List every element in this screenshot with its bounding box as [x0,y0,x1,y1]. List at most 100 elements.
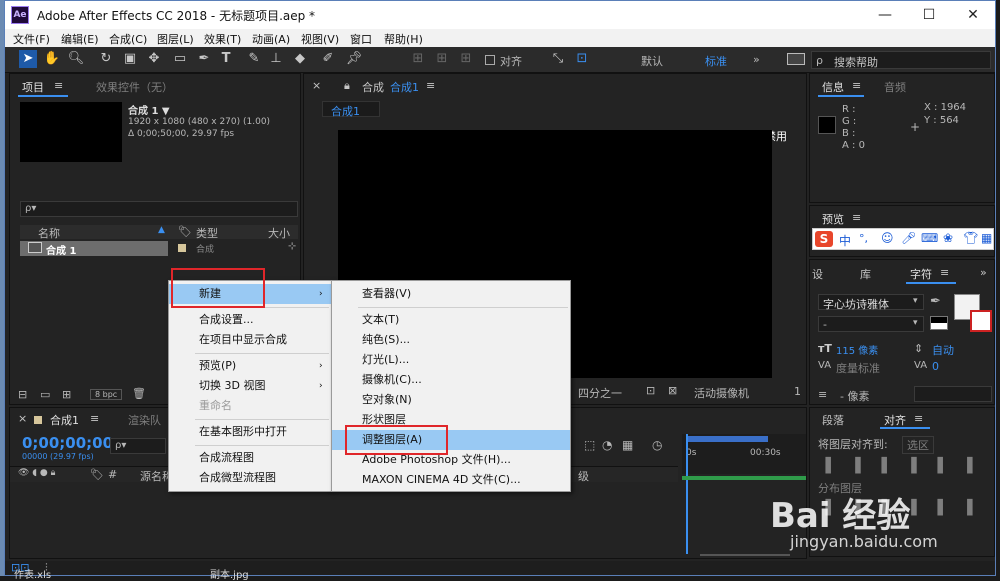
eyedropper-icon[interactable]: ✒ [930,294,941,309]
rotate-tool-icon[interactable]: ↻ [97,50,115,68]
project-search-input[interactable]: ρ▾ [20,201,298,217]
maximize-button[interactable]: ☐ [907,1,951,29]
panel-menu-icon[interactable]: ≡ [940,266,949,279]
font-style-dropdown[interactable]: - ▾ [818,316,924,332]
menu-effect[interactable]: 效果(T) [204,31,241,47]
submenu-item-viewer[interactable]: 查看器(V) [332,284,570,304]
align-checkbox[interactable] [485,55,495,65]
align-icons-row[interactable]: ▐ ▌▐ ▌▐ ▌ [820,458,988,474]
menu-item-rename[interactable]: 重命名 [169,396,331,416]
font-family-dropdown[interactable]: 字心坊诗雅体 ▾ [818,294,924,311]
submenu-item-cinema4d-file[interactable]: MAXON CINEMA 4D 文件(C)... [332,470,570,490]
transparency-grid-icon[interactable]: ⊠ [668,384,677,397]
tab-align[interactable]: 对齐 [884,412,906,428]
view-axis-icon[interactable]: ⊞ [457,50,475,68]
snap-options-icon[interactable]: ⊡ [573,50,591,68]
zoom-tool-icon[interactable]: 🔍︎ [67,50,85,68]
type-tool-icon[interactable]: T [217,50,235,68]
menu-item-comp-mini-flowchart[interactable]: 合成微型流程图 [169,468,331,488]
tab-library[interactable]: 库 [860,266,871,282]
close-button[interactable]: ✕ [951,1,995,29]
more-panels-icon[interactable]: » [980,266,987,279]
menu-edit[interactable]: 编辑(E) [61,31,99,47]
workspace-standard[interactable]: 标准 [705,53,727,69]
ime-chinese-mode[interactable]: 中 [839,232,851,249]
motion-blur-icon[interactable]: ◷ [652,438,662,452]
col-name[interactable]: 名称 [38,225,60,241]
menu-file[interactable]: 文件(F) [13,31,50,47]
align-to-dropdown[interactable]: 选区 [902,436,934,454]
selection-tool-icon[interactable]: ➤ [19,50,37,68]
menu-view[interactable]: 视图(V) [301,31,339,47]
tab-audio[interactable]: 音频 [884,79,906,95]
workspace-menu-icon[interactable]: » [753,53,760,66]
rectangle-tool-icon[interactable]: ▭ [171,50,189,68]
leading-value[interactable]: 自动 [932,342,954,358]
playhead[interactable] [686,434,688,554]
submenu-item-camera[interactable]: 摄像机(C)... [332,370,570,390]
av-switches-icons[interactable]: 👁︎ ◖ ● 🔒︎ [18,468,55,478]
bpc-button[interactable]: 8 bpc [90,389,123,400]
tab-preview[interactable]: 预览 [822,211,844,227]
menu-item-comp-settings[interactable]: 合成设置... [169,310,331,330]
puppet-pin-tool-icon[interactable]: 📌︎ [345,50,363,68]
sync-settings-icon[interactable] [787,53,805,65]
panel-menu-icon[interactable]: ≡ [852,79,861,92]
tab-character[interactable]: 字符 [910,266,932,282]
label-icon[interactable]: 🏷︎ [90,468,104,481]
toolbox-icon[interactable]: ▦ [981,231,992,245]
camera-tool-icon[interactable]: ▣ [121,50,139,68]
lock-icon[interactable]: 🔒︎ [344,79,350,93]
project-row[interactable]: 合成 1 合成 ⊹ [20,241,298,257]
stroke-width-value[interactable]: - 像素 [840,388,869,404]
comp-subtab[interactable]: 合成1 [322,101,380,118]
black-white-swatch[interactable] [930,316,948,330]
flowchart-icon[interactable]: ⊹ [288,241,296,252]
timeline-tab-render-queue[interactable]: 渲染队 [128,412,161,428]
panel-menu-icon[interactable]: ≡ [90,412,99,425]
menu-layer[interactable]: 图层(L) [157,31,194,47]
clone-stamp-tool-icon[interactable]: ⊥ [267,50,285,68]
voice-icon[interactable]: 🎤︎ [901,231,916,245]
snap-icon[interactable]: ⤡ [549,50,567,68]
menu-item-reveal-in-project[interactable]: 在项目中显示合成 [169,330,331,350]
region-icon[interactable]: ⊡ [646,384,655,397]
new-comp-icon[interactable]: ⊞ [62,388,71,401]
tab-info[interactable]: 信息 [822,79,844,95]
tab-set[interactable]: 设 [812,266,823,282]
views-dropdown[interactable]: 1 [794,385,801,398]
tracking-value[interactable]: 0 [932,360,939,373]
tab-paragraph[interactable]: 段落 [822,412,844,428]
menu-item-comp-flowchart[interactable]: 合成流程图 [169,448,331,468]
submenu-item-solid[interactable]: 纯色(S)... [332,330,570,350]
timeline-tab-comp[interactable]: 合成1 [50,412,79,428]
sort-arrow-icon[interactable]: ▲ [158,225,165,235]
work-area-bar[interactable] [686,436,768,442]
desktop-file-jpg[interactable]: 副本.jpg [210,566,249,581]
kerning-value[interactable]: 度量标准 [836,360,880,376]
submenu-item-text[interactable]: 文本(T) [332,310,570,330]
submenu-item-null-object[interactable]: 空对象(N) [332,390,570,410]
menu-animation[interactable]: 动画(A) [252,31,290,47]
tab-project[interactable]: 项目 [22,79,44,95]
eraser-tool-icon[interactable]: ◆ [291,50,309,68]
skin-icon[interactable]: ❀ [943,231,953,245]
pen-tool-icon[interactable]: ✒ [195,50,213,68]
workspace-default[interactable]: 默认 [641,53,663,69]
comp-tab-name[interactable]: 合成1 [390,79,419,95]
resolution-dropdown[interactable]: 四分之一 [578,385,622,401]
keyboard-icon[interactable]: ⌨ [921,231,938,245]
current-timecode[interactable]: 0;00;00;00 [22,434,113,452]
stroke-option-dropdown[interactable] [914,386,992,402]
menu-composition[interactable]: 合成(C) [109,31,147,47]
camera-dropdown[interactable]: 活动摄像机 [694,385,749,401]
col-size[interactable]: 大小 [268,225,290,241]
delete-icon[interactable]: 🗑︎ [132,387,146,400]
submenu-item-light[interactable]: 灯光(L)... [332,350,570,370]
interpret-footage-icon[interactable]: ⊟ [18,388,27,401]
close-tab-icon[interactable]: × [18,412,27,425]
close-tab-icon[interactable]: × [312,79,321,92]
menu-item-preview[interactable]: 预览(P) › [169,356,331,376]
emoji-icon[interactable]: ☺ [881,231,894,245]
help-search-box[interactable]: ρ 搜索帮助 [811,51,991,69]
